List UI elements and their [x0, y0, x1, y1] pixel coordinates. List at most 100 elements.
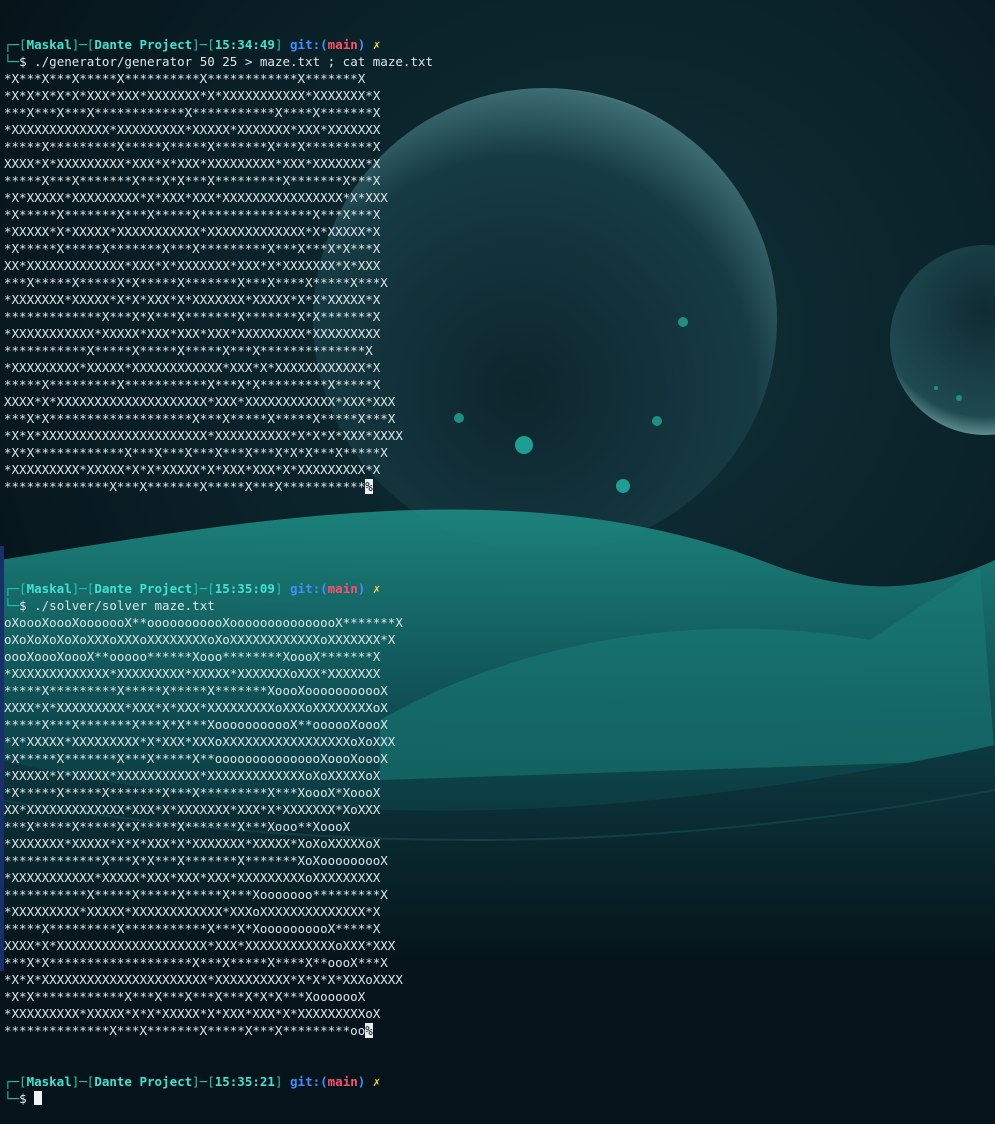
row-text: *X*X************X***X***X***X***X*X*X***… — [4, 989, 366, 1004]
maze-row: *****X*********X*****X*****X*******X***X… — [4, 138, 995, 155]
git-dirty-icon: ✗ — [372, 37, 381, 52]
solution-row: ***********X*****X*****X*****X***Xoooooo… — [4, 886, 995, 903]
git-label: git: — [290, 1074, 321, 1089]
command-text[interactable]: ./solver/solver maze.txt — [34, 598, 215, 613]
solution-row: oooXoooXoooX**ooooo******Xooo********Xoo… — [4, 648, 995, 665]
solution-row: *XXXXXXX*XXXXX*X*X*XXX*X*XXXXXXX*XXXXX*X… — [4, 835, 995, 852]
maze-row: *XXXXXXXXX*XXXXX*XXXXXXXXXXXX*XXX*X*XXXX… — [4, 359, 995, 376]
git-paren: ( — [320, 1074, 328, 1089]
solution-row: *XXXXXXXXX*XXXXX*X*X*XXXXX*X*XXX*XXX*X*X… — [4, 1005, 995, 1022]
row-text: ***********X*****X*****X*****X***Xoooooo… — [4, 887, 388, 902]
prompt-bracket: ]─[ — [71, 37, 95, 52]
command-text[interactable]: ./generator/generator 50 25 > maze.txt ;… — [34, 54, 433, 69]
git-paren: ( — [320, 581, 328, 596]
git-branch: main — [327, 37, 358, 52]
row-text: ***********X*****X*****X*****X***X******… — [4, 343, 373, 358]
maze-row: *X*X*XXXXXXXXXXXXXXXXXXXXXX*XXXXXXXXXX*X… — [4, 427, 995, 444]
maze-row: ***X*****X*****X*X*****X*******X***X****… — [4, 274, 995, 291]
solution-row: *****X*********X*****X*****X*******XoooX… — [4, 682, 995, 699]
prompt-bracket: └─ — [4, 1091, 20, 1106]
terminal-output[interactable]: ┌─[Maskal]─[Dante Project]─[15:34:49] gi… — [0, 2, 995, 1124]
row-text: *XXXXXXXXX*XXXXX*XXXXXXXXXXXX*XXX*X*XXXX… — [4, 360, 381, 375]
prompt-bracket: ]─[ — [192, 1074, 215, 1089]
solution-row: *XXXXXXXXX*XXXXX*XXXXXXXXXXXX*XXXoXXXXXX… — [4, 903, 995, 920]
solver-section: ┌─[Maskal]─[Dante Project]─[15:35:09] gi… — [0, 529, 995, 1039]
command-line[interactable]: └─$ ./solver/solver maze.txt — [4, 597, 995, 614]
prompt-dir: Dante Project — [94, 37, 193, 52]
row-text: *X*****X*****X*******X***X*********X***X… — [4, 241, 381, 256]
solution-row: *X*****X*****X*******X***X*********X***X… — [4, 784, 995, 801]
row-text: *XXXXX*X*XXXXX*XXXXXXXXXXX*XXXXXXXXXXXXX… — [4, 768, 381, 783]
row-text: *X***X***X*****X**********X************X… — [4, 71, 366, 86]
final-prompt-section: ┌─[Maskal]─[Dante Project]─[15:35:21] gi… — [4, 1073, 995, 1107]
maze-row: *XXXXXXXXXXXXX*XXXXXXXXX*XXXXX*XXXXXXX*X… — [4, 121, 995, 138]
solution-row: *XXXXXXXXXXX*XXXXX*XXX*XXX*XXX*XXXXXXXXX… — [4, 869, 995, 886]
prompt-bracket: ]─[ — [192, 581, 215, 596]
maze-row: **************X***X*******X*****X***X***… — [4, 478, 995, 495]
row-text: *XXXXXXX*XXXXX*X*X*XXX*X*XXXXXXX*XXXXX*X… — [4, 292, 381, 307]
maze-row: *XXXXXXX*XXXXX*X*X*XXX*X*XXXXXXX*XXXXX*X… — [4, 291, 995, 308]
row-text: *XXXXXXX*XXXXX*X*X*XXX*X*XXXXXXX*XXXXX*X… — [4, 836, 381, 851]
prompt-bracket: ] — [274, 1074, 291, 1089]
command-line[interactable]: └─$ — [4, 1090, 995, 1107]
solution-row: *X*****X*******X***X*****X**oooooooooooo… — [4, 750, 995, 767]
row-text: *****X***X*******X***X*X***XooooooooooX*… — [4, 717, 388, 732]
command-line[interactable]: └─$ ./generator/generator 50 25 > maze.t… — [4, 53, 995, 70]
row-text: *XXXXXXXXXXXXX*XXXXXXXXX*XXXXX*XXXXXXXoX… — [4, 666, 381, 681]
row-text: *XXXXXXXXX*XXXXX*X*X*XXXXX*X*XXX*XXX*X*X… — [4, 1006, 381, 1021]
git-paren: ( — [320, 37, 328, 52]
row-text: *X*****X*******X***X*****X**************… — [4, 207, 381, 222]
row-text: oXoXoXoXoXoXXXoXXXoXXXXXXXXoXoXXXXXXXXXX… — [4, 632, 396, 647]
row-text: XX*XXXXXXXXXXXXX*XXX*X*XXXXXXX*XXX*X*XXX… — [4, 258, 381, 273]
row-text: XXXX*X*XXXXXXXXXXXXXXXXXXXX*XXX*XXXXXXXX… — [4, 938, 396, 953]
solution-row: **************X***X*******X*****X***X***… — [4, 1022, 995, 1039]
maze-row: *X*X*X*X*X*XXX*XXX*XXXXXXX*X*XXXXXXXXXXX… — [4, 87, 995, 104]
no-newline-marker: % — [365, 479, 373, 494]
git-label: git: — [290, 37, 321, 52]
prompt-bracket: ] — [274, 37, 291, 52]
solution-row: ***X*****X*****X*X*****X*******X***Xooo*… — [4, 818, 995, 835]
maze-row: *X*XXXXX*XXXXXXXXX*X*XXX*XXX*XXXXXXXXXXX… — [4, 189, 995, 206]
maze-row: *XXXXX*X*XXXXX*XXXXXXXXXXX*XXXXXXXXXXXXX… — [4, 223, 995, 240]
row-text: *****X***X*******X***X*X***X*********X**… — [4, 173, 381, 188]
solution-row: oXoooXoooXooooooX**ooooooooooXoooooooooo… — [4, 614, 995, 631]
prompt-time: 15:34:49 — [214, 37, 275, 52]
row-text: *X*XXXXX*XXXXXXXXX*X*XXX*XXXoXXXXXXXXXXX… — [4, 734, 396, 749]
text-cursor — [34, 1091, 43, 1105]
row-text: *XXXXXXXXX*XXXXX*XXXXXXXXXXXX*XXXoXXXXXX… — [4, 904, 381, 919]
maze-row: *X*****X*****X*******X***X*********X***X… — [4, 240, 995, 257]
prompt-bracket: ┌─[ — [4, 37, 27, 52]
row-text: XX*XXXXXXXXXXXXX*XXX*X*XXXXXXX*XXX*X*XXX… — [4, 802, 381, 817]
git-label: git: — [290, 581, 321, 596]
row-text: *X*X*XXXXXXXXXXXXXXXXXXXXXX*XXXXXXXXXX*X… — [4, 428, 403, 443]
solution-row: *X*X*XXXXXXXXXXXXXXXXXXXXXX*XXXXXXXXXX*X… — [4, 971, 995, 988]
row-text: *************X***X*X***X*******X*******X… — [4, 853, 388, 868]
git-paren: ) — [357, 1074, 366, 1089]
solution-row: *X*XXXXX*XXXXXXXXX*X*XXX*XXXoXXXXXXXXXXX… — [4, 733, 995, 750]
row-text: *XXXXX*X*XXXXX*XXXXXXXXXXX*XXXXXXXXXXXXX… — [4, 224, 381, 239]
git-dirty-icon: ✗ — [372, 1074, 381, 1089]
git-branch: main — [327, 581, 358, 596]
row-text: ***X***X***X************X***********X***… — [4, 105, 381, 120]
prompt-bracket: ┌─[ — [4, 1074, 27, 1089]
row-text: XXXX*X*XXXXXXXXX*XXX*X*XXX*XXXXXXXXXoXXX… — [4, 700, 388, 715]
prompt-bracket: ┌─[ — [4, 581, 27, 596]
prompt-user: Maskal — [26, 581, 72, 596]
solution-row: ***X*X*******************X***X*****X****… — [4, 954, 995, 971]
prompt-time: 15:35:09 — [214, 581, 275, 596]
git-dirty-icon: ✗ — [372, 581, 381, 596]
no-newline-marker: % — [365, 1023, 373, 1038]
row-text: ***X*****X*****X*X*****X*******X***Xooo*… — [4, 819, 351, 834]
solution-row: XX*XXXXXXXXXXXXX*XXX*X*XXXXXXX*XXX*X*XXX… — [4, 801, 995, 818]
maze-row: *XXXXXXXXX*XXXXX*X*X*XXXXX*X*XXX*XXX*X*X… — [4, 461, 995, 478]
maze-row: ***X***X***X************X***********X***… — [4, 104, 995, 121]
maze-row: *****X***X*******X***X*X***X*********X**… — [4, 172, 995, 189]
solution-row: *XXXXXXXXXXXXX*XXXXXXXXX*XXXXX*XXXXXXXoX… — [4, 665, 995, 682]
row-text: XXXX*X*XXXXXXXXXXXXXXXXXXXX*XXX*XXXXXXXX… — [4, 394, 396, 409]
maze-row: XXXX*X*XXXXXXXXX*XXX*X*XXX*XXXXXXXXX*XXX… — [4, 155, 995, 172]
row-text: *X*****X*******X***X*****X**oooooooooooo… — [4, 751, 388, 766]
maze-row: XX*XXXXXXXXXXXXX*XXX*X*XXXXXXX*XXX*X*XXX… — [4, 257, 995, 274]
row-text: *****X*********X***********X***X*Xoooooo… — [4, 921, 381, 936]
